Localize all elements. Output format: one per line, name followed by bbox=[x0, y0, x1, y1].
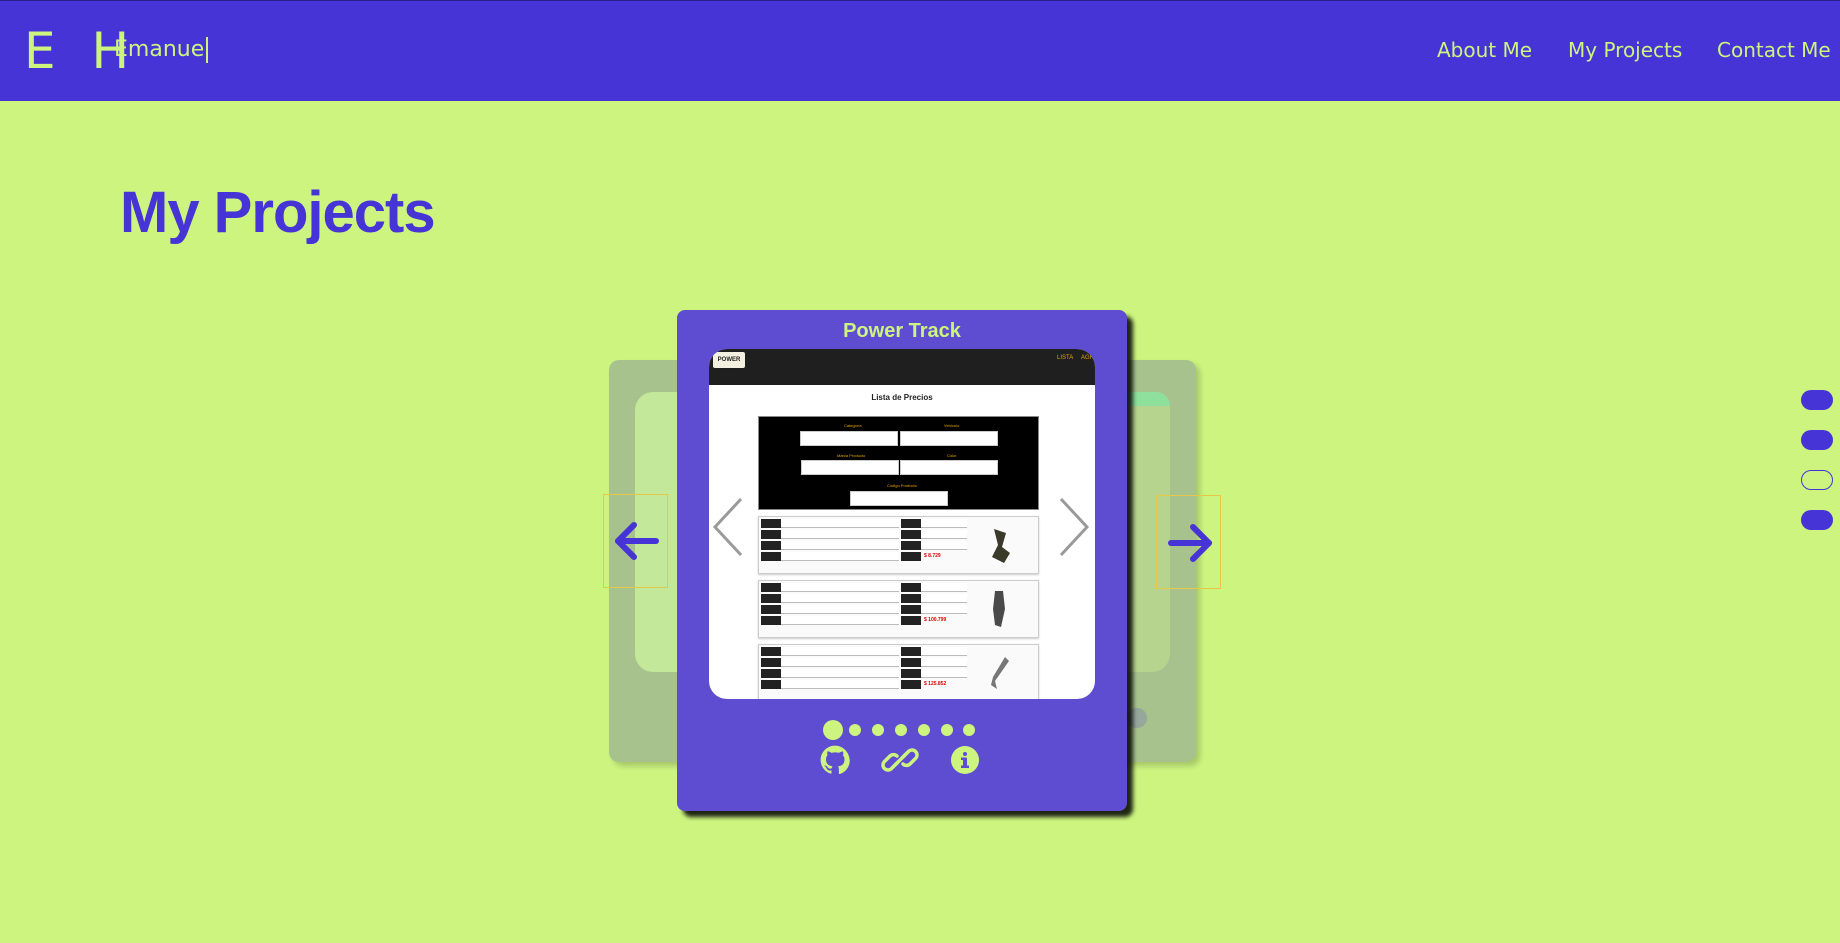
info-icon bbox=[1126, 707, 1148, 729]
slide-dot[interactable] bbox=[895, 724, 907, 736]
section-indicator-active[interactable] bbox=[1801, 470, 1833, 490]
screenshot-form: Categoría Vehículo Marca Producto Color … bbox=[758, 416, 1039, 510]
typed-name-text: Emanue bbox=[114, 37, 209, 63]
screenshot-product-row: $ 100.799 bbox=[758, 580, 1039, 638]
slide-dot-active[interactable] bbox=[823, 720, 843, 740]
slide-dot[interactable] bbox=[849, 724, 861, 736]
page-title: My Projects bbox=[120, 180, 436, 245]
screenshot-prev-arrow-icon[interactable] bbox=[711, 497, 745, 557]
slide-dot[interactable] bbox=[941, 724, 953, 736]
screenshot-product-row: $ 8.729 bbox=[758, 516, 1039, 574]
section-indicator[interactable] bbox=[1801, 510, 1833, 530]
slide-indicators bbox=[677, 719, 1127, 741]
info-icon[interactable] bbox=[950, 745, 980, 775]
slide-dot[interactable] bbox=[872, 724, 884, 736]
link-icon[interactable] bbox=[881, 745, 919, 775]
project-screenshot: POWER TRACK LISTA AGR Lista de Precios C… bbox=[709, 349, 1095, 699]
section-indicator[interactable] bbox=[1801, 430, 1833, 450]
arrow-left-icon bbox=[615, 522, 659, 560]
screenshot-logo: POWER TRACK bbox=[713, 352, 745, 379]
project-actions bbox=[677, 745, 1127, 785]
slide-dot[interactable] bbox=[918, 724, 930, 736]
project-card: Power Track POWER TRACK LISTA AGR Lista … bbox=[677, 310, 1127, 811]
nav-contact-me[interactable]: Contact Me bbox=[1717, 38, 1831, 62]
arrow-right-icon bbox=[1168, 524, 1212, 562]
project-title: Power Track bbox=[843, 320, 961, 342]
slide-dot[interactable] bbox=[963, 724, 975, 736]
navbar: E H Emanue About Me My Projects Contact … bbox=[0, 0, 1840, 101]
carousel-prev-button[interactable] bbox=[603, 494, 668, 588]
section-indicator[interactable] bbox=[1801, 390, 1833, 410]
carousel-next-button[interactable] bbox=[1156, 495, 1221, 589]
screenshot-heading: Lista de Precios bbox=[871, 393, 933, 402]
github-icon[interactable] bbox=[820, 745, 850, 775]
nav-my-projects[interactable]: My Projects bbox=[1568, 38, 1682, 62]
screenshot-next-arrow-icon[interactable] bbox=[1057, 497, 1091, 557]
nav-about-me[interactable]: About Me bbox=[1437, 38, 1532, 62]
screenshot-product-row: $ 125.852 bbox=[758, 644, 1039, 699]
